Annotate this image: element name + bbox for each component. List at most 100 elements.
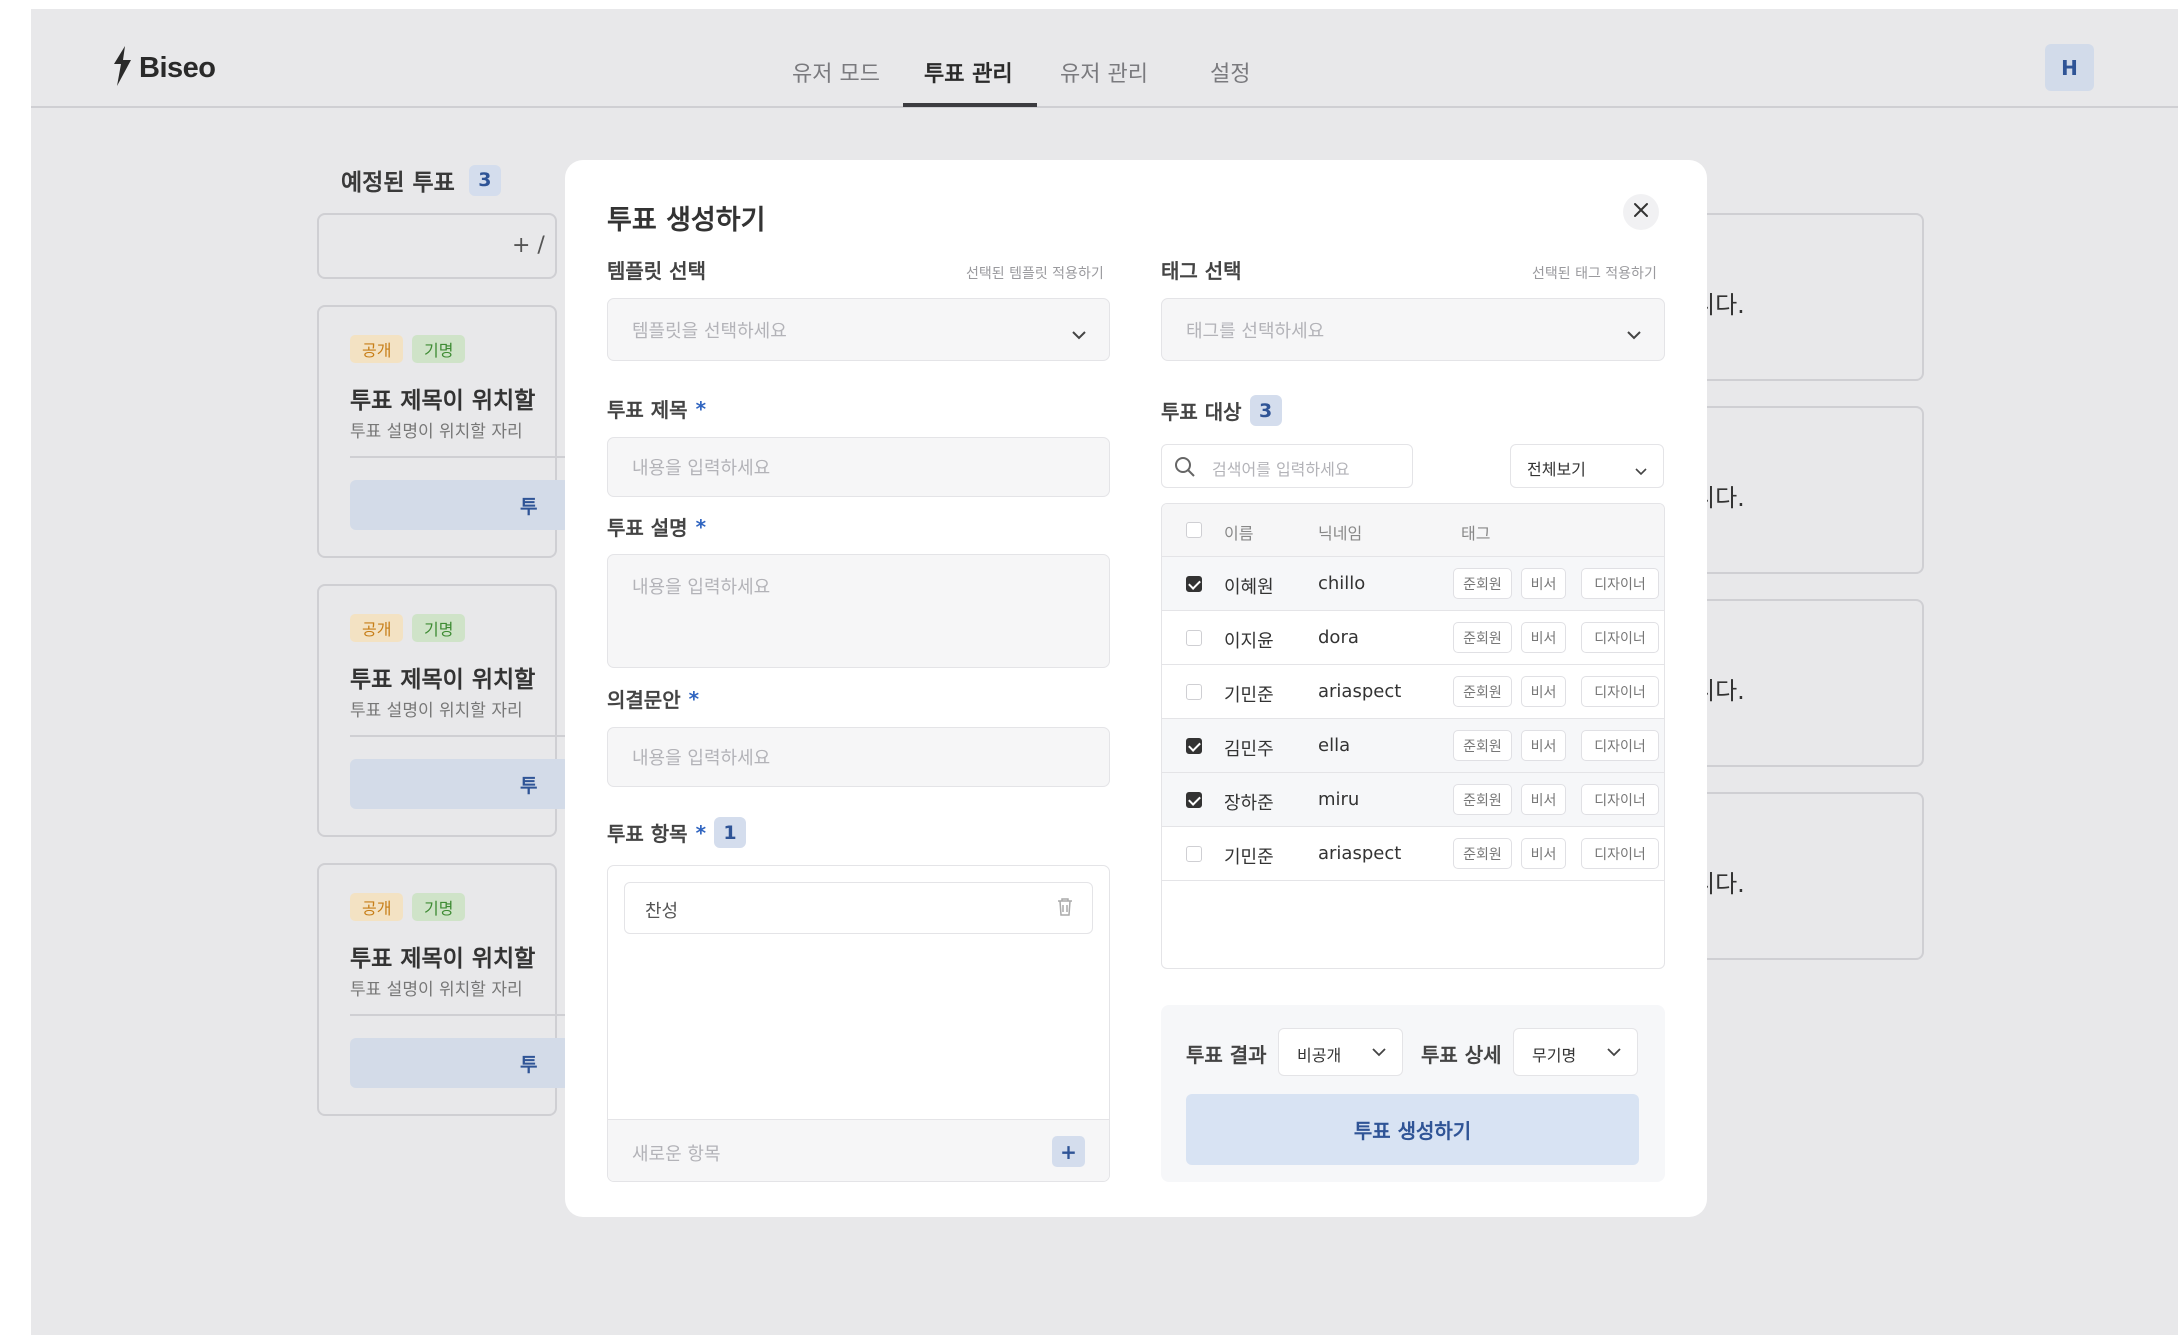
vote-title-placeholder: 내용을 입력하세요 (632, 458, 771, 479)
vote-card-description: 투표 설명이 위치할 자리 (350, 980, 523, 1000)
vote-title-input[interactable]: 내용을 입력하세요 (607, 437, 1110, 497)
vote-card-description: 투표 설명이 위치할 자리 (350, 422, 523, 442)
vote-result-select[interactable]: 비공개 (1278, 1028, 1403, 1076)
vote-card-button[interactable]: 투 (350, 1038, 570, 1088)
search-icon (1174, 456, 1196, 482)
table-row[interactable]: 기민준 ariaspect 준회원 비서 디자이너 (1162, 665, 1664, 719)
chevron-down-icon (1071, 324, 1087, 345)
active-tab-indicator (903, 103, 1037, 107)
new-option-input[interactable]: 새로운 항목 (632, 1140, 721, 1166)
table-row[interactable]: 김민주 ella 준회원 비서 디자이너 (1162, 719, 1664, 773)
target-filter-value: 전체보기 (1527, 460, 1586, 479)
cell-nickname: miru (1318, 789, 1360, 810)
tag-chip: 비서 (1521, 784, 1566, 815)
vote-card-title: 투표 제목이 위치할 (350, 946, 536, 972)
vote-card-button-label: 투 (520, 496, 538, 518)
target-table: 이름 닉네임 태그 이혜원 chillo 준회원 비서 디자이너 이지윤 dora 준회원 비서… (1161, 503, 1665, 969)
vote-card-description: 투표 설명이 위치할 자리 (350, 701, 523, 721)
chevron-down-icon (1372, 1048, 1386, 1057)
tag-select-label-text: 태그 선택 (1161, 259, 1242, 283)
vote-card-button[interactable]: 투 (350, 759, 570, 809)
vote-card[interactable]: 공개 기명 투표 제목이 위치할 투표 설명이 위치할 자리 투 (317, 305, 570, 558)
named-tag: 기명 (412, 893, 466, 921)
trash-icon[interactable] (1056, 897, 1074, 921)
tag-chip: 비서 (1521, 730, 1566, 761)
cell-name: 장하준 (1224, 793, 1274, 814)
logo-icon (111, 46, 133, 90)
resolution-input[interactable]: 내용을 입력하세요 (607, 727, 1110, 787)
row-checkbox[interactable] (1186, 738, 1202, 754)
row-checkbox[interactable] (1186, 846, 1202, 862)
cell-nickname: chillo (1318, 573, 1366, 594)
avatar[interactable]: H (2045, 44, 2094, 91)
cell-nickname: ariaspect (1318, 843, 1402, 864)
vote-detail-value: 무기명 (1532, 1046, 1577, 1065)
row-checkbox[interactable] (1186, 792, 1202, 808)
create-vote-button[interactable]: 투표 생성하기 (1186, 1094, 1639, 1165)
vote-card[interactable]: 공개 기명 투표 제목이 위치할 투표 설명이 위치할 자리 투 (317, 863, 570, 1116)
cell-name: 이혜원 (1224, 577, 1274, 598)
vote-card-button[interactable]: 투 (350, 480, 570, 530)
add-option-button[interactable]: + (1052, 1136, 1085, 1167)
template-select[interactable]: 템플릿을 선택하세요 (607, 298, 1110, 361)
tag-chip: 비서 (1521, 676, 1566, 707)
tag-chip: 비서 (1521, 622, 1566, 653)
table-row[interactable]: 이혜원 chillo 준회원 비서 디자이너 (1162, 557, 1664, 611)
named-tag: 기명 (412, 335, 466, 363)
cell-name: 김민주 (1224, 739, 1274, 760)
table-row[interactable]: 이지윤 dora 준회원 비서 디자이너 (1162, 611, 1664, 665)
tag-select[interactable]: 태그를 선택하세요 (1161, 298, 1665, 361)
tab-vote-management[interactable]: 투표 관리 (924, 56, 1013, 88)
vote-card-button-label: 투 (520, 775, 538, 797)
resolution-label-text: 의결문안 (607, 688, 681, 712)
vote-detail-select[interactable]: 무기명 (1513, 1028, 1638, 1076)
row-checkbox[interactable] (1186, 630, 1202, 646)
tag-chip: 디자이너 (1581, 676, 1659, 707)
vote-title-label: 투표 제목 * (607, 394, 706, 423)
select-all-checkbox[interactable] (1186, 522, 1202, 538)
vote-option-item[interactable]: 찬성 (624, 882, 1093, 934)
apply-template-link[interactable]: 선택된 템플릿 적용하기 (966, 263, 1104, 283)
table-row[interactable]: 장하준 miru 준회원 비서 디자이너 (1162, 773, 1664, 827)
vote-description-label-text: 투표 설명 (607, 516, 688, 540)
scheduled-votes-heading: 예정된 투표 3 (341, 163, 501, 197)
required-mark: * (695, 514, 707, 539)
row-checkbox[interactable] (1186, 684, 1202, 700)
named-tag: 기명 (412, 614, 466, 642)
vote-options-label: 투표 항목 * 1 (607, 817, 747, 848)
vote-card-title: 투표 제목이 위치할 (350, 388, 536, 414)
vote-description-textarea[interactable]: 내용을 입력하세요 (607, 554, 1110, 668)
vote-option-text: 찬성 (645, 901, 679, 922)
required-mark: * (695, 396, 707, 421)
target-search-input[interactable]: 검색어를 입력하세요 (1161, 444, 1413, 488)
table-header: 이름 닉네임 태그 (1162, 504, 1664, 557)
public-tag: 공개 (350, 893, 404, 921)
vote-targets-label: 투표 대상 3 (1161, 395, 1282, 426)
tab-user-management[interactable]: 유저 관리 (1060, 56, 1148, 88)
tag-chip: 디자이너 (1581, 730, 1659, 761)
table-row[interactable]: 기민준 ariaspect 준회원 비서 디자이너 (1162, 827, 1664, 881)
chevron-down-icon (1607, 1048, 1621, 1057)
tab-settings[interactable]: 설정 (1210, 56, 1250, 88)
tag-chip: 비서 (1521, 838, 1566, 869)
tag-chip: 준회원 (1453, 784, 1512, 815)
search-placeholder: 검색어를 입력하세요 (1212, 460, 1350, 479)
target-filter-select[interactable]: 전체보기 (1510, 444, 1664, 488)
add-vote-label: + / (512, 233, 545, 258)
scheduled-votes-count: 3 (468, 164, 501, 196)
logo[interactable]: Biseo (111, 46, 216, 90)
close-button[interactable] (1623, 194, 1659, 230)
vote-result-value: 비공개 (1297, 1046, 1342, 1065)
vote-card[interactable]: 공개 기명 투표 제목이 위치할 투표 설명이 위치할 자리 투 (317, 584, 570, 837)
add-vote-button[interactable]: + / (317, 213, 557, 279)
cell-nickname: ella (1318, 735, 1351, 756)
apply-tag-link[interactable]: 선택된 태그 적용하기 (1532, 263, 1657, 283)
tag-chip: 준회원 (1453, 568, 1512, 599)
vote-targets-count: 3 (1249, 395, 1282, 426)
tag-chip: 디자이너 (1581, 784, 1659, 815)
tag-chip: 디자이너 (1581, 568, 1659, 599)
row-checkbox[interactable] (1186, 576, 1202, 592)
divider (350, 735, 570, 737)
tab-user-mode[interactable]: 유저 모드 (792, 56, 880, 88)
template-label-text: 템플릿 선택 (607, 259, 706, 283)
